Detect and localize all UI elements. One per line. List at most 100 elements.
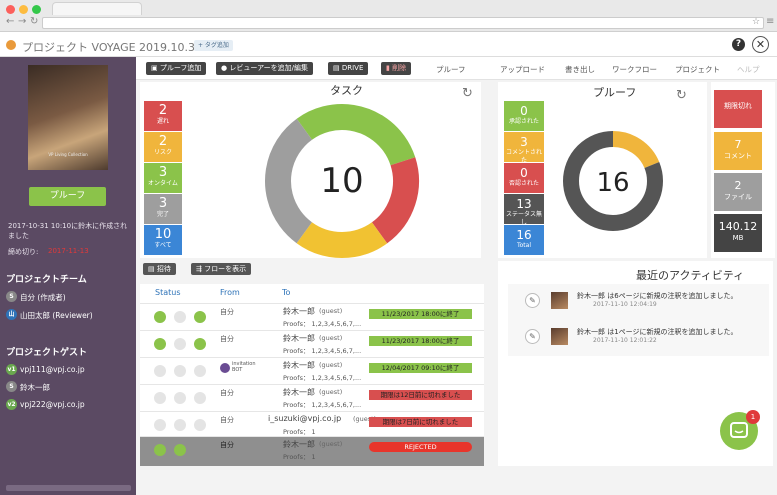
invite-button[interactable]: ▤ 招待 [143, 263, 176, 275]
minimize-window-dot[interactable] [19, 5, 28, 14]
guest-avatar: v1 [6, 364, 17, 375]
proof-refresh-icon[interactable]: ↻ [676, 88, 687, 103]
show-flow-button[interactable]: ⇶ フローを表示 [191, 263, 252, 275]
delete-button[interactable]: ▮ 削除 [381, 62, 412, 75]
proof-tile[interactable]: 140.12 MB [714, 214, 762, 252]
created-info: 2017-10-31 10:10に鈴木に作成されました [8, 222, 128, 240]
close-icon[interactable]: ✕ [752, 36, 769, 53]
drive-label: DRIVE [341, 64, 364, 72]
table-proofs: Proofs： 1,2,3,4,5,6,7,... [283, 320, 362, 328]
task-bar-label: リスク [153, 149, 172, 156]
activity-text: 鈴木一郎 は1ページに新規の注釈を追加しました。 [577, 328, 738, 336]
proof-tile[interactable]: 7 コメント [714, 132, 762, 170]
proof-bar[interactable]: 3 コメントされた [504, 132, 544, 164]
proof-title: プルーフ [593, 86, 637, 99]
table-proofs: Proofs： 1,2,3,4,5,6,7,... [283, 347, 362, 355]
table-guest: (guest) [319, 440, 343, 448]
chat-unread-badge: 1 [746, 410, 760, 424]
tile-value: 7 [734, 138, 742, 151]
header-from: From [220, 288, 240, 297]
edit-reviewers-button[interactable]: ● レビューアーを追加/編集 [216, 62, 314, 75]
proof-tile[interactable]: 期限切れ [714, 90, 762, 128]
task-bar[interactable]: 3 完了 [144, 194, 182, 224]
edit-icon[interactable] [174, 392, 186, 404]
maximize-window-dot[interactable] [32, 5, 41, 14]
task-bar-label: 完了 [156, 211, 169, 218]
close-window-dot[interactable] [6, 5, 15, 14]
activity-thumbnail [551, 328, 568, 345]
proof-button[interactable]: プルーフ [29, 187, 106, 206]
proof-bar[interactable]: 0 承認された [504, 101, 544, 131]
folder-icon[interactable] [194, 419, 206, 431]
guest-name: vpj111@vpj.co.jp [20, 365, 85, 374]
folder-icon[interactable] [194, 392, 206, 404]
nav-workflow[interactable]: ワークフロー [612, 64, 657, 75]
table-guest: (guest) [319, 388, 343, 396]
task-bar[interactable]: 10 すべて [144, 225, 182, 255]
mail-icon[interactable] [154, 338, 166, 350]
browser-menu-icon[interactable]: ≡ [766, 16, 774, 27]
proof-bar[interactable]: 16 Total [504, 225, 544, 255]
table-status-badge: 期限は7日前に切れました [369, 417, 472, 427]
activity-thumbnail [551, 292, 568, 309]
header-to: To [282, 288, 291, 297]
mail-icon[interactable] [154, 444, 166, 456]
add-proof-button[interactable]: ▣ プルーフ追加 [146, 62, 207, 75]
task-bar[interactable]: 2 リスク [144, 132, 182, 162]
edit-icon[interactable] [174, 311, 186, 323]
bookmark-star-icon[interactable]: ☆ [752, 17, 760, 27]
back-icon[interactable]: ← [6, 16, 14, 27]
task-bar-value: 2 [158, 134, 168, 149]
tile-label: コメント [724, 152, 752, 160]
nav-export[interactable]: 書き出し [565, 64, 595, 75]
team-heading: プロジェクトチーム [6, 275, 87, 285]
table-proofs: Proofs： 1,2,3,4,5,6,7,... [283, 374, 362, 382]
nav-upload[interactable]: アップロード [500, 64, 545, 75]
mail-icon[interactable] [154, 311, 166, 323]
nav-help[interactable]: ヘルプ [737, 64, 760, 75]
proof-tile[interactable]: 2 ファイル [714, 173, 762, 211]
table-status-badge: 期限は12日前に切れました [369, 390, 472, 400]
add-tag-button[interactable]: + タグ追加 [194, 40, 233, 51]
task-title: タスク [330, 84, 363, 97]
table-proofs: Proofs： 1,2,3,4,5,6,7,... [283, 401, 362, 409]
browser-tab[interactable] [52, 2, 142, 15]
edit-icon[interactable] [174, 365, 186, 377]
task-bar[interactable]: 3 オンタイム [144, 163, 182, 193]
proof-bar-label: 否認された [508, 180, 539, 187]
activity-time: 2017-11-10 12:01:22 [593, 337, 657, 344]
guest-avatar: S [6, 381, 17, 392]
edit-icon[interactable] [174, 338, 186, 350]
proof-bar-value: 16 [516, 228, 532, 242]
nav-project[interactable]: プロジェクト [675, 64, 720, 75]
help-icon[interactable]: ? [732, 38, 745, 51]
mail-icon[interactable] [154, 392, 166, 404]
folder-icon[interactable] [194, 338, 206, 350]
proof-bar-value: 0 [520, 166, 528, 180]
drive-button[interactable]: ▤ DRIVE [328, 62, 369, 75]
table-to: 鈴木一郎 [283, 307, 315, 316]
task-bar-value: 2 [158, 103, 168, 118]
sidebar-scrollbar[interactable] [6, 485, 131, 491]
proof-bar[interactable]: 13 ステータス無し [504, 194, 544, 226]
cover-caption: VP Living Collection [48, 152, 88, 157]
folder-icon[interactable] [194, 311, 206, 323]
nav-proof[interactable]: プルーフ [436, 64, 466, 75]
reload-icon[interactable]: ↻ [30, 16, 38, 27]
tile-label: ファイル [724, 193, 752, 201]
edit-icon[interactable] [174, 419, 186, 431]
mail-icon[interactable] [154, 419, 166, 431]
table-guest: (guest) [319, 334, 343, 342]
mail-icon[interactable] [154, 365, 166, 377]
address-bar[interactable] [42, 17, 764, 29]
folder-icon[interactable] [194, 365, 206, 377]
task-bar-value: 3 [158, 165, 168, 180]
proof-bar[interactable]: 0 否認された [504, 163, 544, 193]
edit-annotation-icon: ✎ [525, 329, 540, 344]
table-status-badge: REJECTED [369, 442, 472, 452]
edit-icon[interactable] [174, 444, 186, 456]
forward-icon[interactable]: → [18, 16, 26, 27]
task-bar[interactable]: 2 遅れ [144, 101, 182, 131]
task-refresh-icon[interactable]: ↻ [462, 86, 473, 101]
task-bar-label: すべて [154, 242, 172, 249]
